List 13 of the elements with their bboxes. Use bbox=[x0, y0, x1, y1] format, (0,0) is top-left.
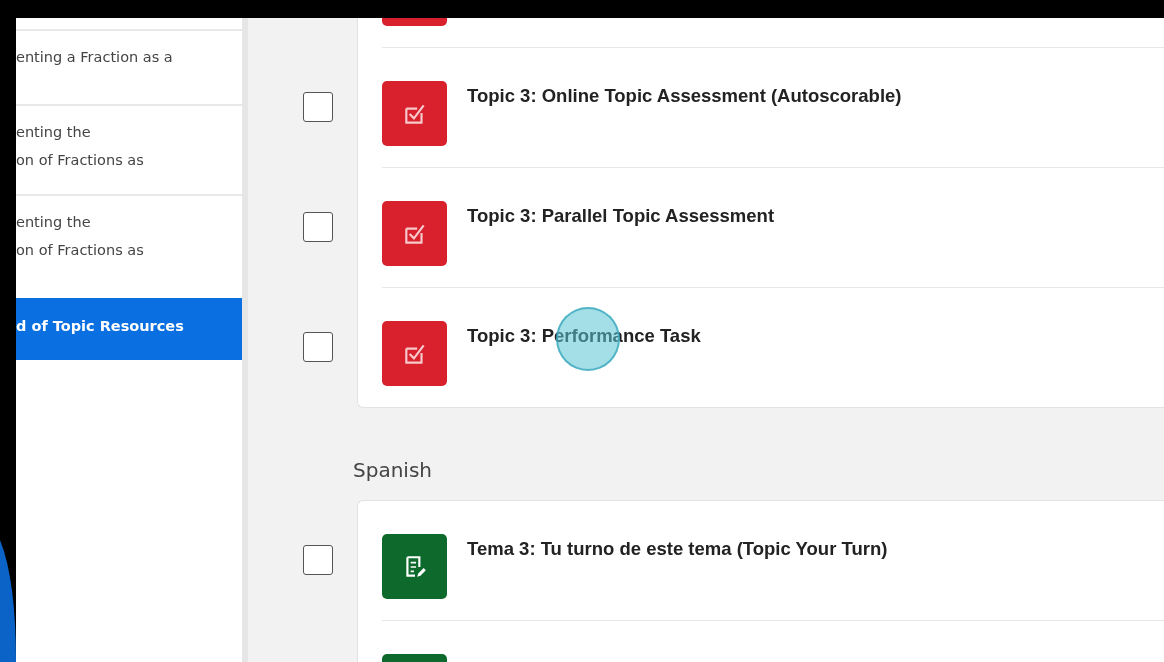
resource-title[interactable]: Topic 3: Online Topic Assessment (Autoscorable) bbox=[467, 85, 902, 107]
resource-title[interactable]: Topic 3: Performance Task bbox=[467, 325, 701, 347]
sidebar-item[interactable]: enting a Fraction as a bbox=[16, 29, 242, 104]
checkbox[interactable] bbox=[303, 544, 333, 575]
sidebar-item[interactable]: d of Topic Resources bbox=[16, 298, 242, 360]
section-heading: Spanish bbox=[352, 457, 433, 484]
sidebar-item[interactable]: enting the on of Fractions as bbox=[16, 104, 242, 194]
resource-title[interactable]: Topic 3: Parallel Topic Assessment bbox=[467, 205, 775, 227]
resource-title[interactable]: Tema 3: Tu turno de este tema (Topic Your Turn) bbox=[467, 538, 888, 560]
checkbox[interactable] bbox=[303, 331, 333, 362]
checkbox[interactable] bbox=[303, 211, 333, 242]
checkbox[interactable] bbox=[303, 91, 333, 122]
sidebar-item[interactable]: enting the on of Fractions as bbox=[16, 194, 242, 284]
